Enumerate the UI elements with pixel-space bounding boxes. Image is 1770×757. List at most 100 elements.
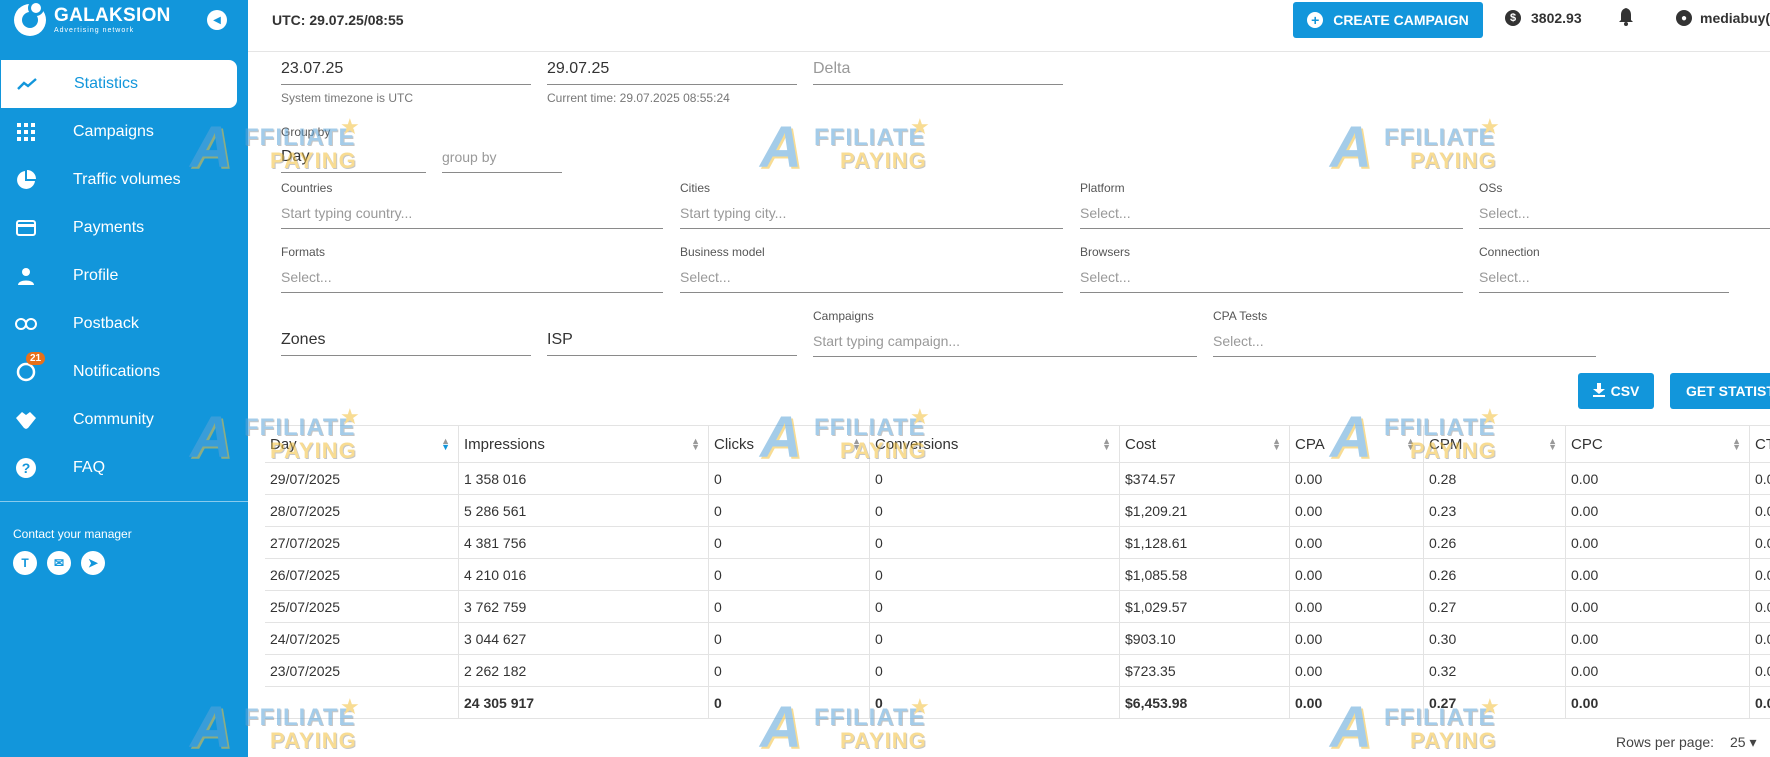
business-model-select[interactable]: Select... <box>680 269 731 285</box>
table-cell: 0.28 <box>1423 463 1565 494</box>
sidebar-item-label: Campaigns <box>73 123 154 140</box>
date-from-field[interactable]: 23.07.25 <box>281 55 531 85</box>
table-cell: 0 <box>869 655 1119 686</box>
sidebar-item-label: Traffic volumes <box>73 171 181 188</box>
sidebar-item-postback[interactable]: Postback <box>0 300 236 348</box>
notification-bell-icon[interactable] <box>1618 8 1634 31</box>
sidebar-item-label: FAQ <box>73 459 106 476</box>
formats-underline <box>281 292 663 293</box>
connection-select[interactable]: Select... <box>1479 269 1530 285</box>
table-cell: 0.0 <box>1749 591 1770 622</box>
csv-export-button[interactable]: CSV <box>1578 373 1654 409</box>
sidebar-item-payments[interactable]: Payments <box>0 204 236 252</box>
table-cell: 0 <box>869 463 1119 494</box>
table-cell: 0 <box>869 527 1119 558</box>
table-cell: 0.30 <box>1423 623 1565 654</box>
group-by-select[interactable]: Day <box>281 143 426 173</box>
rows-per-page-select[interactable]: 25 ▾ <box>1730 734 1757 751</box>
sidebar-item-notifications[interactable]: 21 Notifications <box>0 348 236 396</box>
table-cell: 0.00 <box>1289 559 1423 590</box>
sidebar-item-faq[interactable]: ? FAQ <box>0 444 236 492</box>
delta-placeholder: Delta <box>813 60 851 77</box>
column-header-impressions[interactable]: Impressions ▲ ▼ <box>458 426 708 462</box>
link-icon <box>14 312 38 336</box>
oss-select[interactable]: Select... <box>1479 205 1530 221</box>
column-header-cpc[interactable]: CPC ▲ ▼ <box>1565 426 1749 462</box>
sidebar-item-statistics[interactable]: Statistics <box>1 60 237 108</box>
column-header-cost[interactable]: Cost ▲ ▼ <box>1119 426 1289 462</box>
browsers-underline <box>1080 292 1463 293</box>
telegram-icon[interactable]: ➤ <box>81 551 105 575</box>
connection-label: Connection <box>1479 245 1540 259</box>
column-header-clicks[interactable]: Clicks ▲ ▼ <box>708 426 869 462</box>
table-cell: 27/07/2025 <box>270 534 341 551</box>
table-cell: 0.00 <box>1289 687 1423 718</box>
table-cell: 0.00 <box>1289 463 1423 494</box>
sidebar-item-label: Community <box>73 411 154 428</box>
create-campaign-label: CREATE CAMPAIGN <box>1333 12 1469 28</box>
sidebar-item-profile[interactable]: Profile <box>0 252 236 300</box>
column-header-ctr[interactable]: CT <box>1749 426 1770 462</box>
table-cell: 5 286 561 <box>458 495 708 526</box>
group-by-secondary-select[interactable]: group by <box>442 143 562 173</box>
table-total-row: 24 305 91700$6,453.980.000.270.000.0 <box>265 687 1770 719</box>
delta-field[interactable]: Delta <box>813 55 1063 85</box>
table-header-row: Day ▲ ▼ Impressions ▲ ▼ Clicks ▲ ▼ Conversi… <box>265 425 1770 463</box>
table-cell: 0.0 <box>1749 527 1770 558</box>
sidebar-item-community[interactable]: Community <box>0 396 236 444</box>
email-icon[interactable]: ✉ <box>47 551 71 575</box>
pie-chart-icon <box>14 168 38 192</box>
browsers-select[interactable]: Select... <box>1080 269 1131 285</box>
campaigns-input[interactable]: Start typing campaign... <box>813 333 960 349</box>
table-cell: 0 <box>869 623 1119 654</box>
table-cell: 0.26 <box>1423 559 1565 590</box>
cities-input[interactable]: Start typing city... <box>680 205 786 221</box>
galaksion-logo[interactable]: GALAKSION Advertising network <box>14 0 171 36</box>
countries-input[interactable]: Start typing country... <box>281 205 412 221</box>
table-row: 23/07/2025 2 262 182 0 0 $723.35 0.00 0.32 0.00… <box>265 655 1770 687</box>
cpa-tests-select[interactable]: Select... <box>1213 333 1264 349</box>
table-cell: 28/07/2025 <box>270 502 341 519</box>
platform-select[interactable]: Select... <box>1080 205 1131 221</box>
teams-icon[interactable]: T <box>13 551 37 575</box>
sidebar-item-label: Payments <box>73 219 145 236</box>
cities-label: Cities <box>680 181 711 195</box>
column-header-cpa[interactable]: CPA ▲ ▼ <box>1289 426 1423 462</box>
sidebar-item-campaigns[interactable]: Campaigns <box>0 108 236 156</box>
date-to-field[interactable]: 29.07.25 <box>547 55 797 85</box>
column-header-day[interactable]: Day ▲ ▼ <box>265 426 458 462</box>
rows-per-page-label: Rows per page: <box>1616 734 1715 750</box>
platform-label: Platform <box>1080 181 1125 195</box>
question-icon: ? <box>14 456 38 480</box>
username: mediabuy( <box>1700 10 1770 26</box>
table-row: 29/07/2025 1 358 016 0 0 $374.57 0.00 0.28 0.00… <box>265 463 1770 495</box>
date-to-value: 29.07.25 <box>547 60 610 77</box>
column-header-conversions[interactable]: Conversions ▲ ▼ <box>869 426 1119 462</box>
table-cell: 0 <box>708 623 869 654</box>
group-by-secondary-placeholder: group by <box>442 149 497 165</box>
table-cell: 0.00 <box>1565 527 1749 558</box>
isp-field[interactable]: ISP <box>547 326 797 356</box>
oss-underline <box>1479 228 1770 229</box>
formats-select[interactable]: Select... <box>281 269 332 285</box>
cities-underline <box>680 228 1063 229</box>
collapse-sidebar-button[interactable]: ◀ <box>207 10 227 30</box>
column-header-cpm[interactable]: CPM ▲ ▼ <box>1423 426 1565 462</box>
table-cell: 0 <box>708 687 869 718</box>
create-campaign-button[interactable]: + CREATE CAMPAIGN <box>1293 2 1483 38</box>
table-cell: 0.26 <box>1423 527 1565 558</box>
sidebar-item-label: Statistics <box>74 75 139 92</box>
sort-icon: ▲ ▼ <box>852 436 861 452</box>
table-cell: 25/07/2025 <box>270 598 341 615</box>
account-balance[interactable]: $ 3802.93 <box>1505 10 1582 26</box>
table-row: 27/07/2025 4 381 756 0 0 $1,128.61 0.00 0.26 0.… <box>265 527 1770 559</box>
table-cell: 3 762 759 <box>458 591 708 622</box>
plus-icon: + <box>1307 12 1324 28</box>
sidebar-item-label: Notifications <box>73 363 161 380</box>
group-by-label: Group by <box>281 125 331 139</box>
table-cell: 0.00 <box>1289 623 1423 654</box>
user-menu[interactable]: ● mediabuy( <box>1676 10 1770 26</box>
sidebar-item-traffic-volumes[interactable]: Traffic volumes <box>0 156 236 204</box>
zones-field[interactable]: Zones <box>281 326 531 356</box>
get-statistics-button[interactable]: GET STATISTICS <box>1670 373 1770 409</box>
